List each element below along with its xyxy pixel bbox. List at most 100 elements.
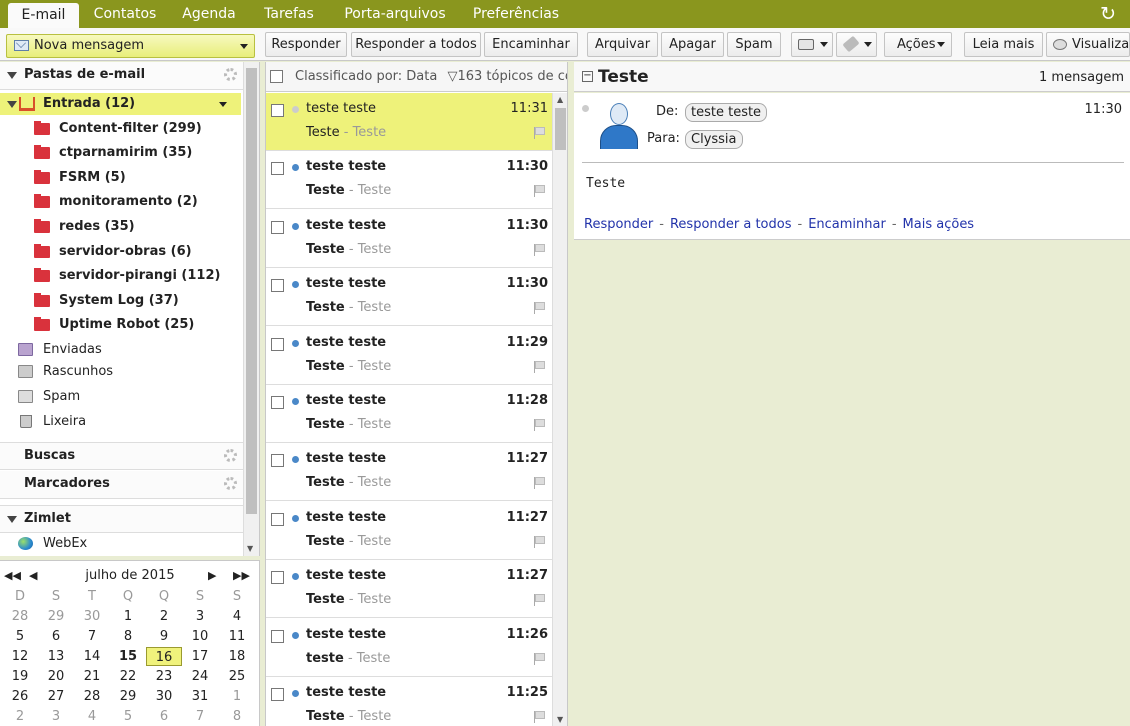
folder-ctparnamirim[interactable]: ctparnamirim (35): [0, 141, 243, 165]
calendar-day[interactable]: 8: [110, 627, 146, 646]
flag-icon[interactable]: [534, 535, 545, 548]
collapse-triangle-icon[interactable]: [7, 101, 17, 108]
calendar-day[interactable]: 20: [38, 667, 74, 686]
calendar-day[interactable]: 1: [219, 687, 255, 706]
calendar-day[interactable]: 14: [74, 647, 110, 666]
flag-icon[interactable]: [534, 419, 545, 431]
delete-button[interactable]: Apagar: [661, 32, 724, 57]
folder-trash[interactable]: Lixeira: [0, 410, 243, 434]
row-checkbox[interactable]: [271, 162, 284, 176]
actions-menu-button[interactable]: Ações: [884, 32, 952, 57]
calendar-day[interactable]: 30: [146, 687, 182, 706]
new-message-button[interactable]: Nova mensagem: [6, 34, 255, 58]
prev-month-icon[interactable]: ◀: [29, 569, 37, 583]
gear-icon[interactable]: [224, 449, 237, 462]
calendar-day[interactable]: 19: [2, 667, 38, 686]
scrollbar-thumb[interactable]: [555, 108, 566, 150]
calendar-day[interactable]: 30: [74, 607, 110, 626]
mail-folders-header[interactable]: Pastas de e-mail: [0, 62, 243, 90]
calendar-day[interactable]: 26: [2, 687, 38, 706]
unread-dot-icon[interactable]: [292, 222, 299, 230]
collapse-icon[interactable]: −: [582, 71, 593, 82]
tab-tasks[interactable]: Tarefas: [252, 0, 326, 28]
message-row[interactable]: teste teste 11:31 Teste - Teste: [266, 93, 552, 151]
tab-briefcase[interactable]: Porta-arquivos: [334, 0, 456, 28]
message-row[interactable]: teste teste 11:26 teste - Teste: [266, 618, 552, 677]
calendar-day[interactable]: 6: [38, 627, 74, 646]
collapse-triangle-icon[interactable]: [7, 72, 17, 79]
reply-link[interactable]: Responder: [584, 217, 653, 232]
calendar-day[interactable]: 22: [110, 667, 146, 686]
calendar-day[interactable]: 10: [182, 627, 218, 646]
tab-preferences[interactable]: Preferências: [462, 0, 570, 28]
gear-icon[interactable]: [224, 68, 237, 81]
calendar-day[interactable]: 4: [219, 607, 255, 626]
message-row[interactable]: teste teste 11:29 Teste - Teste: [266, 326, 552, 385]
calendar-day[interactable]: 16: [146, 647, 182, 666]
calendar-day[interactable]: 27: [38, 687, 74, 706]
message-row[interactable]: teste teste 11:27 Teste - Teste: [266, 560, 552, 619]
calendar-day[interactable]: 23: [146, 667, 182, 686]
spam-button[interactable]: Spam: [727, 32, 781, 57]
forward-link[interactable]: Encaminhar: [808, 217, 886, 232]
message-row[interactable]: teste teste 11:25 Teste - Teste: [266, 677, 552, 726]
flag-icon[interactable]: [534, 360, 545, 373]
calendar-day[interactable]: 4: [74, 707, 110, 726]
row-checkbox[interactable]: [271, 337, 284, 351]
message-row[interactable]: teste teste 11:27 Teste - Teste: [266, 443, 552, 502]
view-button[interactable]: Visualizar: [1046, 32, 1130, 57]
to-contact[interactable]: Clyssia: [685, 130, 743, 149]
calendar-day[interactable]: 1: [110, 607, 146, 626]
read-more-button[interactable]: Leia mais: [964, 32, 1043, 57]
sort-label[interactable]: Classificado por: Data: [295, 69, 437, 84]
folder-monitoramento[interactable]: monitoramento (2): [0, 190, 243, 214]
scroll-down-icon[interactable]: ▼: [247, 544, 253, 553]
unread-dot-icon[interactable]: [292, 398, 299, 405]
calendar-day[interactable]: 24: [182, 667, 218, 686]
unread-dot-icon[interactable]: [292, 573, 299, 581]
calendar-day[interactable]: 29: [38, 607, 74, 626]
row-checkbox[interactable]: [271, 629, 284, 643]
calendar-day[interactable]: 3: [38, 707, 74, 726]
next-year-icon[interactable]: ▶▶: [233, 569, 250, 583]
message-list-scrollbar[interactable]: ▲ ▼: [552, 93, 567, 726]
folder-servidor-obras[interactable]: servidor-obras (6): [0, 240, 243, 264]
select-all-checkbox[interactable]: [270, 70, 283, 83]
flag-icon[interactable]: [534, 302, 545, 315]
row-checkbox[interactable]: [271, 104, 284, 117]
folder-drafts[interactable]: Rascunhos: [0, 360, 243, 384]
flag-icon[interactable]: [534, 594, 545, 607]
folder-content-filter[interactable]: Content-filter (299): [0, 117, 243, 141]
chevron-down-icon[interactable]: [240, 44, 248, 49]
unread-dot-icon[interactable]: [292, 514, 299, 522]
print-button[interactable]: [791, 32, 833, 57]
reply-all-button[interactable]: Responder a todos: [351, 32, 481, 57]
tab-calendar[interactable]: Agenda: [172, 0, 246, 28]
folder-fsrm[interactable]: FSRM (5): [0, 166, 243, 190]
row-checkbox[interactable]: [271, 220, 284, 234]
message-row[interactable]: teste teste 11:28 Teste - Teste: [266, 385, 552, 443]
archive-button[interactable]: Arquivar: [587, 32, 658, 57]
prev-year-icon[interactable]: ◀◀: [4, 569, 21, 583]
calendar-day[interactable]: 5: [2, 627, 38, 646]
tags-header[interactable]: Marcadores: [0, 471, 243, 499]
unread-dot-icon[interactable]: [292, 106, 299, 113]
calendar-day[interactable]: 2: [146, 607, 182, 626]
unread-dot-icon[interactable]: [292, 339, 299, 347]
message-row[interactable]: teste teste 11:30 Teste - Teste: [266, 151, 552, 210]
calendar-day[interactable]: 5: [110, 707, 146, 726]
calendar-day[interactable]: 7: [74, 627, 110, 646]
calendar-day[interactable]: 17: [182, 647, 218, 666]
calendar-day[interactable]: 3: [182, 607, 218, 626]
chevron-down-icon[interactable]: [219, 102, 227, 107]
scroll-up-icon[interactable]: ▲: [557, 95, 563, 104]
folder-uptime-robot[interactable]: Uptime Robot (25): [0, 313, 243, 337]
row-checkbox[interactable]: [271, 688, 284, 701]
row-checkbox[interactable]: [271, 279, 284, 293]
calendar-day[interactable]: 31: [182, 687, 218, 706]
unread-dot-icon[interactable]: [292, 631, 299, 639]
calendar-day[interactable]: 25: [219, 667, 255, 686]
scrollbar-thumb[interactable]: [246, 68, 257, 514]
flag-icon[interactable]: [534, 652, 545, 665]
calendar-day[interactable]: 8: [219, 707, 255, 726]
